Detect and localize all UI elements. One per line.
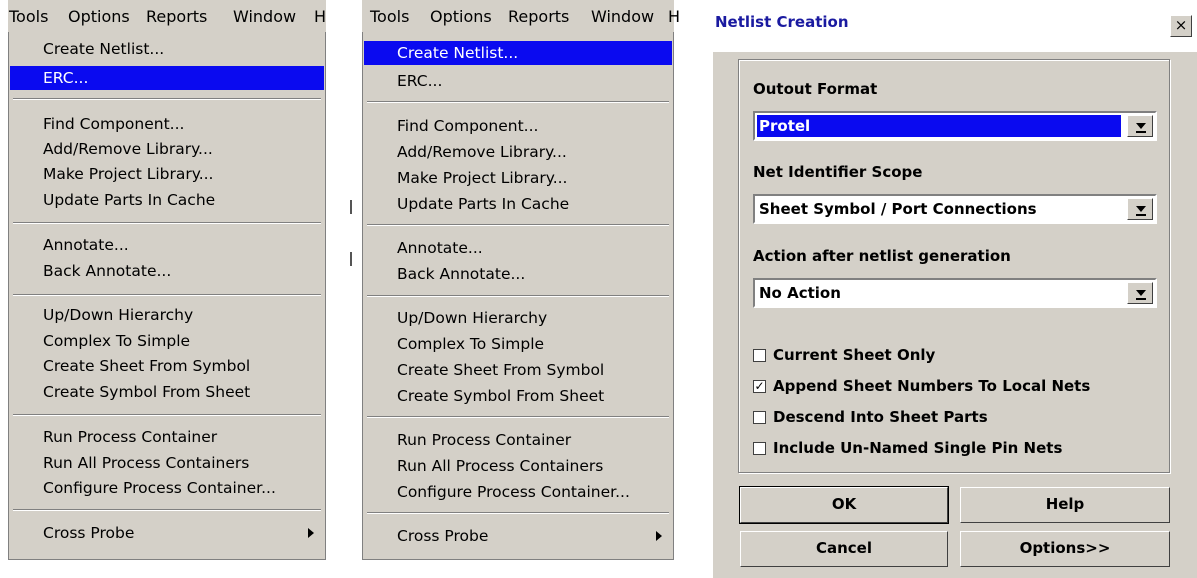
menu-item-complex-to-simple[interactable]: Complex To Simple: [10, 329, 324, 353]
action-select[interactable]: No Action: [753, 278, 1157, 308]
submenu-arrow-icon: [656, 531, 662, 541]
output-format-select[interactable]: Protel: [753, 111, 1157, 141]
menu-help[interactable]: H: [668, 7, 680, 26]
separator: [367, 512, 669, 514]
menu-item-run-all-process[interactable]: Run All Process Containers: [364, 454, 672, 478]
checkbox-label: Append Sheet Numbers To Local Nets: [773, 377, 1091, 395]
help-button[interactable]: Help: [960, 487, 1170, 523]
checkbox-box[interactable]: [753, 442, 766, 455]
menu-help[interactable]: H: [314, 7, 326, 26]
menu-item-run-all-process[interactable]: Run All Process Containers: [10, 451, 324, 475]
net-scope-value: Sheet Symbol / Port Connections: [759, 200, 1037, 218]
dropdown-arrow-icon[interactable]: [1127, 282, 1153, 304]
menu-reports[interactable]: Reports: [146, 7, 207, 26]
separator: [13, 98, 321, 100]
separator: [367, 295, 669, 297]
dialog-title: Netlist Creation: [715, 13, 849, 31]
menu-item-up-down-hierarchy[interactable]: Up/Down Hierarchy: [364, 306, 672, 330]
separator: [367, 101, 669, 103]
tools-dropdown: Create Netlist... ERC... Find Component.…: [362, 32, 674, 560]
menu-item-run-process[interactable]: Run Process Container: [364, 428, 672, 452]
menu-item-erc[interactable]: ERC...: [10, 66, 324, 90]
action-value: No Action: [759, 284, 841, 302]
menu-item-find-component[interactable]: Find Component...: [10, 112, 324, 136]
separator: [367, 224, 669, 226]
net-scope-label: Net Identifier Scope: [753, 163, 923, 181]
menu-window[interactable]: Window: [233, 7, 296, 26]
menu-item-add-remove-library[interactable]: Add/Remove Library...: [10, 137, 324, 161]
separator: [13, 294, 321, 296]
checkbox-box[interactable]: [753, 411, 766, 424]
separator: [13, 509, 321, 511]
menu-item-cross-probe[interactable]: Cross Probe: [10, 521, 324, 545]
menu-item-configure-process[interactable]: Configure Process Container...: [10, 476, 324, 500]
menu-item-up-down-hierarchy[interactable]: Up/Down Hierarchy: [10, 303, 324, 327]
output-format-value: Protel: [759, 117, 811, 135]
menu-item-make-project-library[interactable]: Make Project Library...: [10, 162, 324, 186]
menu-tools[interactable]: Tools: [370, 7, 409, 26]
action-label: Action after netlist generation: [753, 247, 1011, 265]
menubar: Tools Options Reports Window H: [362, 0, 680, 32]
selection-highlight: [757, 115, 1121, 137]
menu-item-back-annotate[interactable]: Back Annotate...: [10, 259, 324, 283]
checkbox-label: Current Sheet Only: [773, 346, 936, 364]
close-button[interactable]: ×: [1170, 15, 1192, 37]
menu-options[interactable]: Options: [430, 7, 492, 26]
descend-sheet-parts-checkbox[interactable]: Descend Into Sheet Parts: [753, 408, 1133, 430]
menu-item-back-annotate[interactable]: Back Annotate...: [364, 262, 672, 286]
append-sheet-numbers-checkbox[interactable]: ✓ Append Sheet Numbers To Local Nets: [753, 377, 1133, 399]
checkbox-label: Descend Into Sheet Parts: [773, 408, 988, 426]
menu-item-update-parts[interactable]: Update Parts In Cache: [10, 188, 324, 212]
menu-item-make-project-library[interactable]: Make Project Library...: [364, 166, 672, 190]
netlist-creation-dialog: Netlist Creation × Outout Format Protel …: [713, 0, 1197, 578]
include-unnamed-pin-nets-checkbox[interactable]: Include Un-Named Single Pin Nets: [753, 439, 1133, 461]
separator: [13, 222, 321, 224]
menu-item-run-process[interactable]: Run Process Container: [10, 425, 324, 449]
separator: [367, 416, 669, 418]
menu-window[interactable]: Window: [591, 7, 654, 26]
checkbox-label: Include Un-Named Single Pin Nets: [773, 439, 1063, 457]
net-scope-select[interactable]: Sheet Symbol / Port Connections: [753, 194, 1157, 224]
title-bar: Netlist Creation ×: [713, 0, 1197, 52]
checkbox-box-checked[interactable]: ✓: [753, 380, 766, 393]
tools-dropdown: Create Netlist... ERC... Find Component.…: [8, 32, 326, 560]
dropdown-arrow-icon[interactable]: [1127, 115, 1153, 137]
window-edge-mark: [350, 252, 352, 266]
tools-menu-left: Tools Options Reports Window H Create Ne…: [8, 0, 326, 560]
menu-item-cross-probe[interactable]: Cross Probe: [364, 524, 672, 548]
menu-item-complex-to-simple[interactable]: Complex To Simple: [364, 332, 672, 356]
dropdown-arrow-icon[interactable]: [1127, 198, 1153, 220]
menu-item-sheet-from-symbol[interactable]: Create Sheet From Symbol: [10, 354, 324, 378]
checkbox-box[interactable]: [753, 349, 766, 362]
output-format-label: Outout Format: [753, 80, 878, 98]
menu-options[interactable]: Options: [68, 7, 130, 26]
current-sheet-only-checkbox[interactable]: Current Sheet Only: [753, 346, 1133, 368]
tools-menu-right: Tools Options Reports Window H Create Ne…: [362, 0, 680, 560]
menu-item-sheet-from-symbol[interactable]: Create Sheet From Symbol: [364, 358, 672, 382]
menu-item-symbol-from-sheet[interactable]: Create Symbol From Sheet: [364, 384, 672, 408]
ok-button[interactable]: OK: [739, 486, 949, 524]
menu-item-create-netlist[interactable]: Create Netlist...: [10, 37, 324, 61]
menu-item-create-netlist[interactable]: Create Netlist...: [364, 41, 672, 65]
menu-item-update-parts[interactable]: Update Parts In Cache: [364, 192, 672, 216]
menubar: Tools Options Reports Window H: [8, 0, 326, 32]
separator: [13, 414, 321, 416]
menu-item-find-component[interactable]: Find Component...: [364, 114, 672, 138]
menu-item-annotate[interactable]: Annotate...: [10, 233, 324, 257]
menu-reports[interactable]: Reports: [508, 7, 569, 26]
window-edge-mark: [350, 200, 352, 214]
cancel-button[interactable]: Cancel: [740, 531, 948, 567]
menu-item-add-remove-library[interactable]: Add/Remove Library...: [364, 140, 672, 164]
submenu-arrow-icon: [308, 528, 314, 538]
menu-item-symbol-from-sheet[interactable]: Create Symbol From Sheet: [10, 380, 324, 404]
menu-item-annotate[interactable]: Annotate...: [364, 236, 672, 260]
menu-tools[interactable]: Tools: [9, 7, 48, 26]
options-button[interactable]: Options>>: [960, 531, 1170, 567]
menu-item-configure-process[interactable]: Configure Process Container...: [364, 480, 672, 504]
menu-item-erc[interactable]: ERC...: [364, 69, 672, 93]
